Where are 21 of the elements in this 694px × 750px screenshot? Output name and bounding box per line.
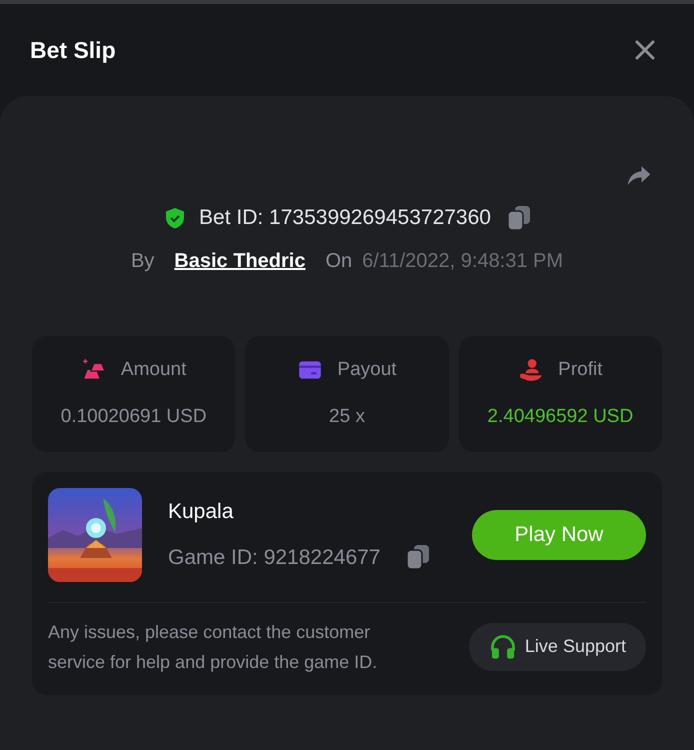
user-link[interactable]: Basic Thedric bbox=[174, 246, 306, 276]
stat-value: 2.40496592 USD bbox=[487, 404, 634, 428]
game-name: Kupala bbox=[168, 499, 234, 525]
by-label: By bbox=[130, 248, 154, 274]
game-id: Game ID: 9218224677 bbox=[168, 544, 380, 570]
on-label: On bbox=[325, 248, 352, 274]
live-support-button[interactable]: Live Support bbox=[468, 622, 646, 670]
dialog-title: Bet Slip bbox=[30, 36, 116, 65]
stat-label: Profit bbox=[558, 358, 602, 382]
stat-label: Payout bbox=[337, 358, 397, 382]
person-in-hand-icon bbox=[518, 357, 544, 384]
support-note: Any issues, please contact the customer service for help and provide the game ID. bbox=[48, 620, 378, 674]
bet-datetime: 6/11/2022, 9:48:31 PM bbox=[362, 248, 564, 274]
headset-icon bbox=[488, 632, 517, 660]
close-icon[interactable] bbox=[633, 38, 657, 62]
stat-label: Amount bbox=[120, 358, 186, 382]
stat-value: 0.10020691 USD bbox=[60, 404, 207, 428]
copy-icon[interactable] bbox=[506, 204, 531, 231]
bet-id: Bet ID: 1735399269453727360 bbox=[199, 205, 491, 231]
stat-value: 25 x bbox=[329, 404, 365, 428]
copy-icon[interactable] bbox=[406, 544, 430, 570]
